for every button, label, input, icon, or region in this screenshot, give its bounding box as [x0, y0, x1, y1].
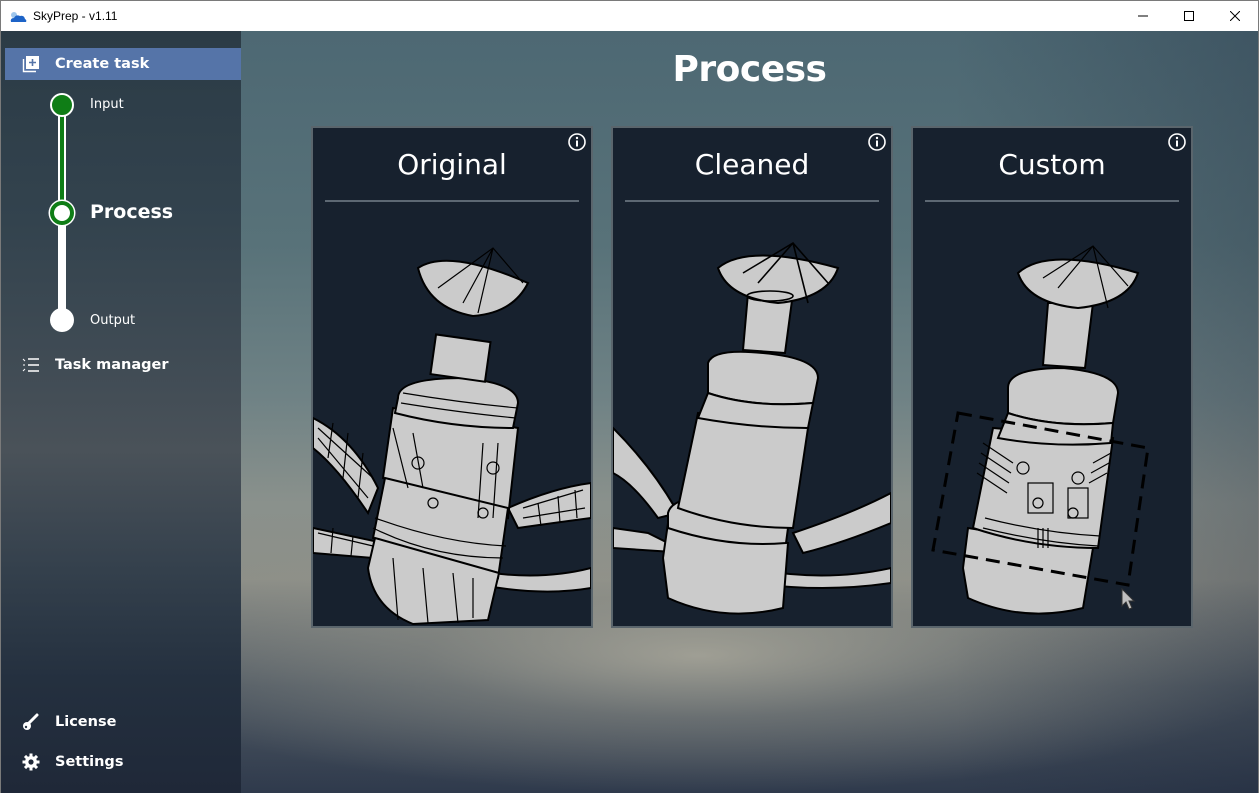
sidebar-item-task-manager[interactable]: Task manager	[5, 349, 241, 381]
sidebar-item-license[interactable]: License	[5, 706, 241, 738]
task-stepper: Input Process Output	[1, 91, 241, 332]
option-card-cleaned[interactable]: Cleaned	[611, 126, 893, 628]
sidebar-item-label: License	[55, 714, 117, 730]
info-icon[interactable]	[1167, 132, 1187, 152]
card-divider	[625, 200, 879, 202]
window-controls	[1120, 1, 1258, 31]
option-card-original[interactable]: Original	[311, 126, 593, 628]
step-label-process[interactable]: Process	[90, 201, 173, 223]
sidebar-item-label: Task manager	[55, 357, 169, 373]
maximize-icon	[1184, 11, 1194, 21]
close-button[interactable]	[1212, 1, 1258, 31]
card-title: Cleaned	[694, 148, 810, 181]
add-square-icon	[21, 54, 41, 74]
step-dot-input[interactable]	[50, 93, 74, 117]
info-icon[interactable]	[567, 132, 587, 152]
sidebar-item-create-task[interactable]: Create task	[5, 48, 241, 80]
minimize-icon	[1138, 15, 1148, 17]
step-label-output[interactable]: Output	[90, 313, 135, 328]
step-dot-output[interactable]	[50, 308, 74, 332]
gear-icon	[21, 752, 41, 772]
checklist-icon	[21, 355, 41, 375]
title-bar[interactable]: SkyPrep - v1.11	[1, 1, 1258, 31]
satellite-original-image	[313, 247, 591, 626]
card-divider	[925, 200, 1179, 202]
sidebar-item-label: Settings	[55, 754, 124, 770]
satellite-cleaned-image	[613, 241, 891, 615]
page-title: Process	[672, 49, 827, 90]
sidebar-item-label: Create task	[55, 56, 150, 72]
maximize-button[interactable]	[1166, 1, 1212, 31]
card-divider	[325, 200, 579, 202]
option-card-custom[interactable]: Custom	[911, 126, 1193, 628]
info-icon[interactable]	[867, 132, 887, 152]
minimize-button[interactable]	[1120, 1, 1166, 31]
key-icon	[21, 712, 41, 732]
sidebar-item-settings[interactable]: Settings	[5, 746, 241, 778]
card-title: Original	[397, 148, 507, 181]
cloud-icon	[9, 9, 27, 23]
mouse-cursor	[1121, 588, 1136, 610]
satellite-custom-image	[931, 245, 1150, 615]
close-icon	[1230, 11, 1240, 21]
sidebar: Create task Input Process Output Task ma…	[1, 31, 241, 793]
step-dot-process[interactable]	[50, 201, 74, 225]
step-track-completed	[58, 103, 66, 211]
step-label-input[interactable]: Input	[90, 97, 124, 112]
main-content: Process Original Cleaned Custom	[241, 31, 1258, 793]
card-title: Custom	[998, 148, 1106, 181]
app-window: SkyPrep - v1.11 Create task Input Proces…	[0, 0, 1259, 793]
step-track-pending	[58, 211, 66, 321]
process-options: Original Cleaned Custom	[311, 126, 1193, 628]
window-title: SkyPrep - v1.11	[33, 9, 118, 23]
